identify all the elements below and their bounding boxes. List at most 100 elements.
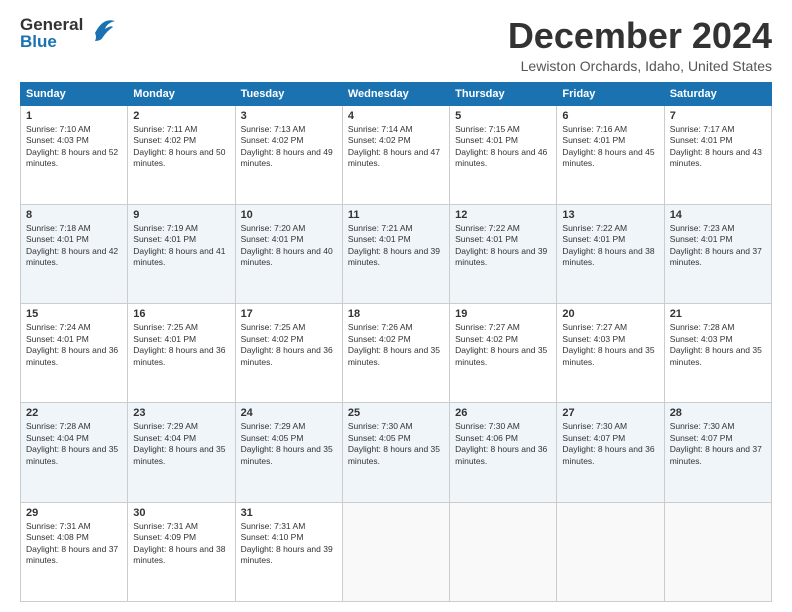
day-number: 22 [26,407,122,419]
day-number: 15 [26,308,122,320]
calendar-cell: 12 Sunrise: 7:22 AMSunset: 4:01 PMDaylig… [450,204,557,303]
day-info: Sunrise: 7:27 AMSunset: 4:02 PMDaylight:… [455,322,551,368]
col-tuesday: Tuesday [235,82,342,105]
day-number: 24 [241,407,337,419]
calendar-cell: 23 Sunrise: 7:29 AMSunset: 4:04 PMDaylig… [128,403,235,502]
calendar-cell: 30 Sunrise: 7:31 AMSunset: 4:09 PMDaylig… [128,502,235,601]
day-number: 12 [455,209,551,221]
calendar-cell: 26 Sunrise: 7:30 AMSunset: 4:06 PMDaylig… [450,403,557,502]
header: General Blue December 2024 Lewiston Orch… [20,16,772,74]
day-number: 28 [670,407,766,419]
location-title: Lewiston Orchards, Idaho, United States [508,58,772,74]
calendar-header-row: Sunday Monday Tuesday Wednesday Thursday… [21,82,772,105]
day-number: 18 [348,308,444,320]
day-number: 9 [133,209,229,221]
logo-general: General [20,16,83,33]
day-info: Sunrise: 7:28 AMSunset: 4:04 PMDaylight:… [26,421,122,467]
calendar-cell: 29 Sunrise: 7:31 AMSunset: 4:08 PMDaylig… [21,502,128,601]
day-number: 14 [670,209,766,221]
day-number: 29 [26,507,122,519]
day-number: 4 [348,110,444,122]
calendar-cell: 19 Sunrise: 7:27 AMSunset: 4:02 PMDaylig… [450,304,557,403]
calendar-week-row: 22 Sunrise: 7:28 AMSunset: 4:04 PMDaylig… [21,403,772,502]
calendar-cell: 24 Sunrise: 7:29 AMSunset: 4:05 PMDaylig… [235,403,342,502]
calendar-cell: 20 Sunrise: 7:27 AMSunset: 4:03 PMDaylig… [557,304,664,403]
col-wednesday: Wednesday [342,82,449,105]
calendar-table: Sunday Monday Tuesday Wednesday Thursday… [20,82,772,602]
day-info: Sunrise: 7:13 AMSunset: 4:02 PMDaylight:… [241,124,337,170]
day-number: 25 [348,407,444,419]
calendar-cell: 15 Sunrise: 7:24 AMSunset: 4:01 PMDaylig… [21,304,128,403]
day-info: Sunrise: 7:17 AMSunset: 4:01 PMDaylight:… [670,124,766,170]
calendar-cell: 11 Sunrise: 7:21 AMSunset: 4:01 PMDaylig… [342,204,449,303]
calendar-cell: 1 Sunrise: 7:10 AMSunset: 4:03 PMDayligh… [21,105,128,204]
col-saturday: Saturday [664,82,771,105]
day-info: Sunrise: 7:21 AMSunset: 4:01 PMDaylight:… [348,223,444,269]
calendar-cell: 9 Sunrise: 7:19 AMSunset: 4:01 PMDayligh… [128,204,235,303]
day-number: 20 [562,308,658,320]
col-sunday: Sunday [21,82,128,105]
day-number: 13 [562,209,658,221]
day-info: Sunrise: 7:26 AMSunset: 4:02 PMDaylight:… [348,322,444,368]
calendar-cell: 2 Sunrise: 7:11 AMSunset: 4:02 PMDayligh… [128,105,235,204]
calendar-cell: 17 Sunrise: 7:25 AMSunset: 4:02 PMDaylig… [235,304,342,403]
calendar-cell: 10 Sunrise: 7:20 AMSunset: 4:01 PMDaylig… [235,204,342,303]
day-number: 17 [241,308,337,320]
calendar-cell: 16 Sunrise: 7:25 AMSunset: 4:01 PMDaylig… [128,304,235,403]
day-number: 8 [26,209,122,221]
calendar-cell [450,502,557,601]
calendar-week-row: 8 Sunrise: 7:18 AMSunset: 4:01 PMDayligh… [21,204,772,303]
calendar-cell: 4 Sunrise: 7:14 AMSunset: 4:02 PMDayligh… [342,105,449,204]
day-info: Sunrise: 7:24 AMSunset: 4:01 PMDaylight:… [26,322,122,368]
day-info: Sunrise: 7:15 AMSunset: 4:01 PMDaylight:… [455,124,551,170]
day-number: 21 [670,308,766,320]
calendar-cell: 25 Sunrise: 7:30 AMSunset: 4:05 PMDaylig… [342,403,449,502]
day-number: 23 [133,407,229,419]
day-number: 6 [562,110,658,122]
calendar-cell: 22 Sunrise: 7:28 AMSunset: 4:04 PMDaylig… [21,403,128,502]
day-number: 30 [133,507,229,519]
day-number: 5 [455,110,551,122]
day-info: Sunrise: 7:18 AMSunset: 4:01 PMDaylight:… [26,223,122,269]
calendar-cell: 5 Sunrise: 7:15 AMSunset: 4:01 PMDayligh… [450,105,557,204]
day-number: 10 [241,209,337,221]
logo-blue: Blue [20,33,83,50]
day-info: Sunrise: 7:22 AMSunset: 4:01 PMDaylight:… [455,223,551,269]
col-friday: Friday [557,82,664,105]
day-number: 2 [133,110,229,122]
day-info: Sunrise: 7:16 AMSunset: 4:01 PMDaylight:… [562,124,658,170]
col-monday: Monday [128,82,235,105]
day-info: Sunrise: 7:30 AMSunset: 4:07 PMDaylight:… [670,421,766,467]
title-block: December 2024 Lewiston Orchards, Idaho, … [508,16,772,74]
calendar-cell: 27 Sunrise: 7:30 AMSunset: 4:07 PMDaylig… [557,403,664,502]
calendar-cell [664,502,771,601]
day-number: 26 [455,407,551,419]
day-info: Sunrise: 7:31 AMSunset: 4:09 PMDaylight:… [133,521,229,567]
calendar-cell: 28 Sunrise: 7:30 AMSunset: 4:07 PMDaylig… [664,403,771,502]
calendar-cell: 6 Sunrise: 7:16 AMSunset: 4:01 PMDayligh… [557,105,664,204]
day-info: Sunrise: 7:30 AMSunset: 4:06 PMDaylight:… [455,421,551,467]
calendar-cell: 14 Sunrise: 7:23 AMSunset: 4:01 PMDaylig… [664,204,771,303]
day-number: 27 [562,407,658,419]
day-info: Sunrise: 7:28 AMSunset: 4:03 PMDaylight:… [670,322,766,368]
logo-bird-icon [87,13,119,50]
day-info: Sunrise: 7:30 AMSunset: 4:07 PMDaylight:… [562,421,658,467]
logo: General Blue [20,16,119,50]
day-info: Sunrise: 7:23 AMSunset: 4:01 PMDaylight:… [670,223,766,269]
day-info: Sunrise: 7:30 AMSunset: 4:05 PMDaylight:… [348,421,444,467]
day-info: Sunrise: 7:10 AMSunset: 4:03 PMDaylight:… [26,124,122,170]
day-info: Sunrise: 7:22 AMSunset: 4:01 PMDaylight:… [562,223,658,269]
month-title: December 2024 [508,16,772,56]
calendar-cell: 13 Sunrise: 7:22 AMSunset: 4:01 PMDaylig… [557,204,664,303]
day-info: Sunrise: 7:20 AMSunset: 4:01 PMDaylight:… [241,223,337,269]
day-number: 7 [670,110,766,122]
calendar-cell: 21 Sunrise: 7:28 AMSunset: 4:03 PMDaylig… [664,304,771,403]
day-info: Sunrise: 7:11 AMSunset: 4:02 PMDaylight:… [133,124,229,170]
calendar-cell: 8 Sunrise: 7:18 AMSunset: 4:01 PMDayligh… [21,204,128,303]
day-info: Sunrise: 7:19 AMSunset: 4:01 PMDaylight:… [133,223,229,269]
day-info: Sunrise: 7:29 AMSunset: 4:04 PMDaylight:… [133,421,229,467]
day-number: 11 [348,209,444,221]
day-info: Sunrise: 7:25 AMSunset: 4:01 PMDaylight:… [133,322,229,368]
calendar-week-row: 1 Sunrise: 7:10 AMSunset: 4:03 PMDayligh… [21,105,772,204]
day-info: Sunrise: 7:27 AMSunset: 4:03 PMDaylight:… [562,322,658,368]
